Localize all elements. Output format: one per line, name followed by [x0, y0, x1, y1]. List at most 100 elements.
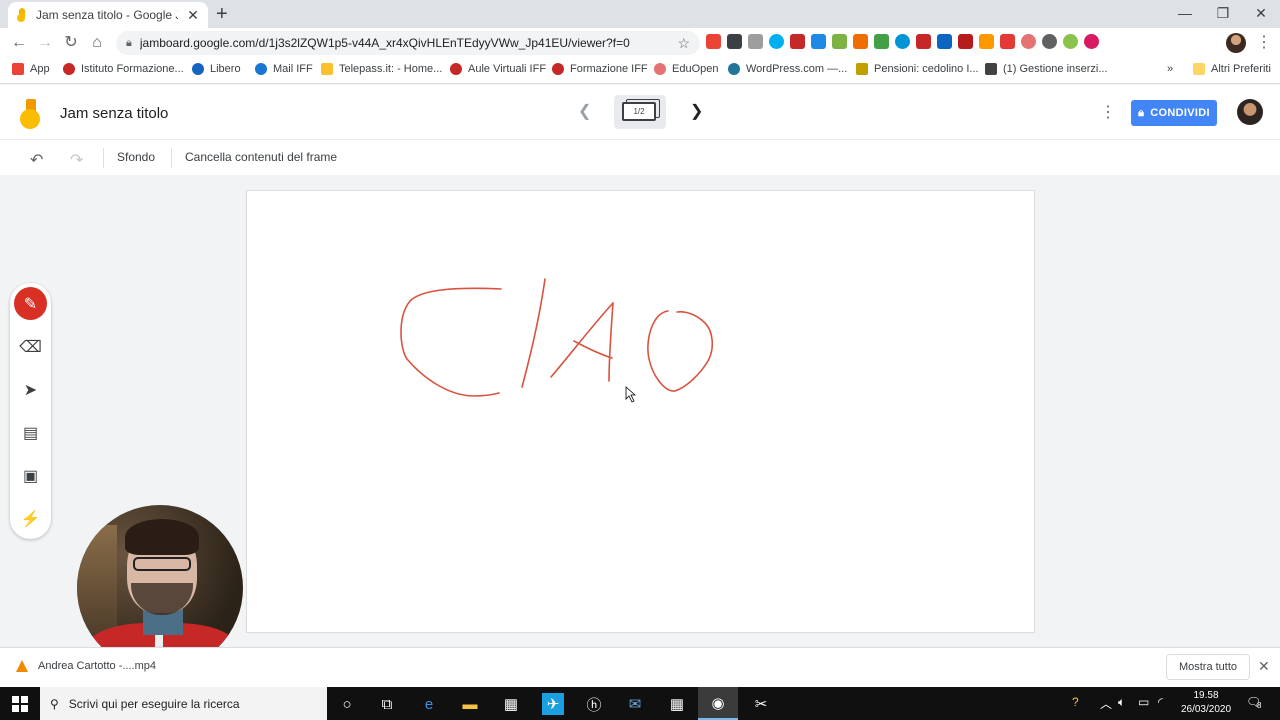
browser-menu-icon[interactable]: ⋮: [1256, 32, 1272, 52]
bookmark-item[interactable]: EduOpen: [654, 63, 718, 75]
url-text[interactable]: jamboard.google.com/d/1j3s2lZQW1p5-v44A_…: [140, 36, 670, 50]
extension-calendar-icon[interactable]: [853, 34, 868, 49]
clear-frame-button[interactable]: Cancella contenuti del frame: [185, 150, 337, 164]
extension-pdf-icon[interactable]: [916, 34, 931, 49]
more-options-icon[interactable]: ⋮: [1100, 102, 1116, 122]
pen-tool-icon[interactable]: ✎: [14, 287, 47, 320]
home-icon[interactable]: ⌂: [86, 32, 108, 54]
battery-icon[interactable]: ▭: [1138, 695, 1149, 709]
extension-hp-icon[interactable]: [895, 34, 910, 49]
extension-cloud-icon[interactable]: [811, 34, 826, 49]
address-bar[interactable]: 🔒︎ jamboard.google.com/d/1j3s2lZQW1p5-v4…: [116, 31, 700, 55]
taskbar-search[interactable]: ⚲ Scrivi qui per eseguire la ricerca: [40, 687, 327, 720]
select-tool-icon[interactable]: ➤: [14, 373, 47, 406]
bookmarks-overflow-icon[interactable]: »: [1167, 63, 1173, 75]
extension-skype-icon[interactable]: [769, 34, 784, 49]
bookmark-item[interactable]: Pensioni: cedolino I...: [856, 63, 979, 75]
cortana-icon[interactable]: ○: [336, 693, 358, 715]
extension-plus-icon[interactable]: [706, 34, 721, 49]
extension-linkedin-icon[interactable]: [937, 34, 952, 49]
window-minimize-icon[interactable]: —: [1166, 2, 1204, 24]
wordpress-icon: [728, 63, 740, 75]
taskbar-clock[interactable]: 19.58 26/03/2020: [1178, 689, 1234, 717]
browser-tab-active[interactable]: Jam senza titolo - Google Jamboard ✕: [8, 2, 208, 28]
task-view-icon[interactable]: ⧉: [376, 693, 398, 715]
background-button[interactable]: Sfondo: [117, 150, 155, 164]
bookmarks-bar: App Istituto Formazione... Libero Mail I…: [0, 58, 1280, 84]
extension-orange-icon[interactable]: [979, 34, 994, 49]
bookmark-item[interactable]: Mail IFF: [255, 63, 313, 75]
lock-icon: 🔒︎: [1138, 106, 1145, 119]
stroke-letter-a-bar: [573, 340, 613, 359]
redo-icon[interactable]: ↷: [70, 150, 83, 170]
bookmark-item[interactable]: Libero: [192, 63, 241, 75]
chrome-taskbar-icon[interactable]: ◉: [698, 687, 738, 720]
other-bookmarks[interactable]: Altri Preferiti: [1193, 63, 1271, 75]
bookmark-item[interactable]: Istituto Formazione...: [63, 63, 184, 75]
bookmark-star-icon[interactable]: ☆: [677, 35, 690, 52]
extension-check-icon[interactable]: [874, 34, 889, 49]
account-avatar[interactable]: [1237, 99, 1263, 125]
jamboard-toolbar: ↶ ↷ Sfondo Cancella contenuti del frame: [0, 140, 1280, 175]
hp-icon[interactable]: ⓗ: [583, 693, 605, 715]
share-button[interactable]: 🔒︎ CONDIVIDI: [1131, 100, 1217, 126]
show-all-downloads-button[interactable]: Mostra tutto: [1166, 654, 1250, 680]
calculator-icon[interactable]: ▦: [666, 693, 688, 715]
wifi-icon[interactable]: ◜: [1158, 695, 1163, 709]
bookmark-item[interactable]: WordPress.com —...: [728, 63, 847, 75]
download-item[interactable]: Andrea Cartotto -....mp4: [16, 660, 156, 672]
sticky-note-tool-icon[interactable]: ▤: [14, 416, 47, 449]
extension-feather-icon[interactable]: [727, 34, 742, 49]
bookmark-favicon-icon: [450, 63, 462, 75]
bookmark-item[interactable]: Formazione IFF: [552, 63, 648, 75]
previous-frame-icon[interactable]: ❮: [578, 101, 591, 121]
store-icon[interactable]: ▦: [500, 693, 522, 715]
undo-icon[interactable]: ↶: [30, 150, 43, 170]
jamboard-logo-icon[interactable]: [20, 99, 42, 129]
snipping-tool-icon[interactable]: ✂: [750, 693, 772, 715]
next-frame-icon[interactable]: ❯: [690, 101, 703, 121]
frame-bar-toggle[interactable]: 1/2: [614, 95, 666, 129]
help-icon[interactable]: ?: [1072, 695, 1079, 709]
app-rocket-icon[interactable]: ✈: [542, 693, 564, 715]
jam-frame-canvas[interactable]: [246, 190, 1035, 633]
image-tool-icon[interactable]: ▣: [14, 459, 47, 492]
window-restore-icon[interactable]: ❐: [1204, 2, 1242, 24]
lock-icon[interactable]: 🔒︎: [126, 37, 132, 50]
extension-grid-icon[interactable]: [832, 34, 847, 49]
extension-bulb-icon[interactable]: [1042, 34, 1057, 49]
volume-icon[interactable]: 🔈︎: [1118, 695, 1125, 710]
extension-settings-icon[interactable]: [748, 34, 763, 49]
windows-start-icon[interactable]: [12, 696, 28, 712]
extension-pink-icon[interactable]: [1084, 34, 1099, 49]
bookmark-item[interactable]: (1) Gestione inserzi...: [985, 63, 1108, 75]
laser-tool-icon[interactable]: ⚡: [14, 502, 47, 535]
edge-icon[interactable]: e: [418, 693, 440, 715]
forward-icon[interactable]: →: [34, 32, 56, 54]
tray-expand-icon[interactable]: ︿: [1100, 695, 1112, 712]
browser-profile-avatar[interactable]: [1226, 33, 1246, 53]
extension-adblock-icon[interactable]: [790, 34, 805, 49]
file-explorer-icon[interactable]: ▬: [459, 693, 481, 715]
back-icon[interactable]: ←: [8, 32, 30, 54]
reload-icon[interactable]: ↻: [60, 32, 82, 54]
extension-hat-icon[interactable]: [958, 34, 973, 49]
window-close-icon[interactable]: ✕: [1242, 2, 1280, 24]
bookmark-favicon-icon: [192, 63, 204, 75]
stroke-letter-a-right: [608, 302, 614, 382]
eraser-tool-icon[interactable]: ⌫: [14, 330, 47, 363]
bookmark-item[interactable]: App: [12, 63, 50, 75]
new-tab-icon[interactable]: +: [216, 4, 228, 24]
extension-target-icon[interactable]: [1021, 34, 1036, 49]
mail-app-icon[interactable]: ✉: [624, 693, 646, 715]
extension-calendar-red-icon[interactable]: [1000, 34, 1015, 49]
extension-color-icon[interactable]: [1063, 34, 1078, 49]
jam-title[interactable]: Jam senza titolo: [60, 105, 168, 122]
bookmark-item[interactable]: Telepass.it: - Home...: [321, 63, 442, 75]
close-download-bar-icon[interactable]: ✕: [1258, 658, 1270, 675]
windows-taskbar: ⚲ Scrivi qui per eseguire la ricerca ○ ⧉…: [0, 687, 1280, 720]
bookmark-favicon-icon: [552, 63, 564, 75]
tab-close-icon[interactable]: ✕: [186, 7, 200, 24]
bookmark-item[interactable]: Aule Virtuali IFF: [450, 63, 546, 75]
apps-grid-icon: [12, 63, 24, 75]
